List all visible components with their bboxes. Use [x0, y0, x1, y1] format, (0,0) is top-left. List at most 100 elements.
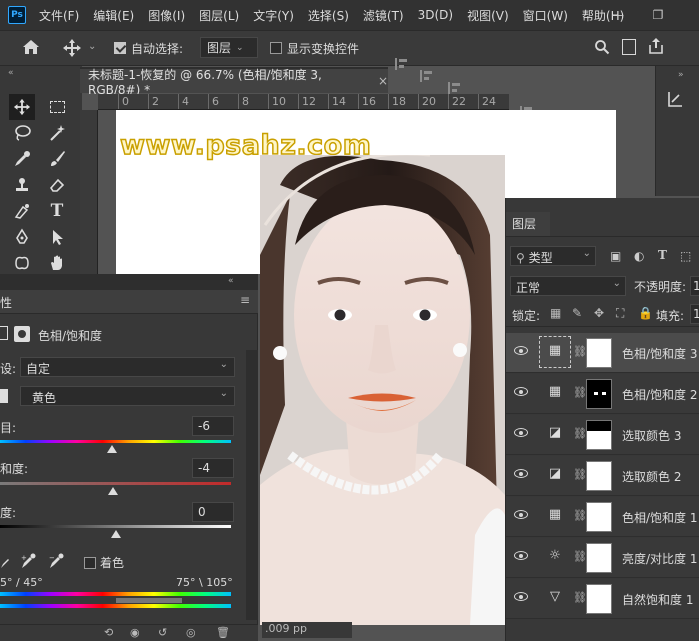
collapse-icon[interactable]: « [8, 68, 14, 78]
menu-filter[interactable]: 滤镜(T) [356, 7, 411, 24]
hue-slider-track[interactable] [0, 440, 231, 443]
path-select-icon[interactable] [44, 224, 70, 250]
trash-icon[interactable]: 🗑 [216, 626, 230, 639]
minimize-button[interactable]: — [600, 0, 636, 30]
align-center-icon[interactable] [420, 70, 434, 82]
visibility-eye-icon[interactable] [514, 551, 528, 560]
clip-icon[interactable]: ⟲ [104, 626, 113, 639]
eyedropper-plus-icon[interactable]: + [20, 553, 36, 569]
menu-select[interactable]: 选择(S) [301, 7, 356, 24]
menu-edit[interactable]: 编辑(E) [86, 7, 141, 24]
close-tab-button[interactable]: × [378, 74, 388, 88]
link-icon[interactable]: ⛓ [573, 386, 587, 399]
saturation-slider-track[interactable] [0, 482, 231, 485]
marquee-tool-icon[interactable] [44, 94, 70, 120]
range-selector[interactable] [116, 598, 182, 603]
type-tool-icon[interactable]: T [44, 198, 70, 224]
layer-row[interactable]: ▦ ⛓ 色相/饱和度 3 [506, 333, 699, 373]
fill-input[interactable]: 1 [690, 304, 699, 324]
layer-row[interactable]: ▽ ⛓ 自然饱和度 1 [506, 579, 699, 619]
expand-icon[interactable]: » [678, 70, 684, 80]
brush-tool-icon[interactable] [44, 146, 70, 172]
filter-pixel-icon[interactable]: ▣ [610, 249, 621, 263]
link-icon[interactable]: ⛓ [573, 550, 587, 563]
layer-row[interactable]: ☼ ⛓ 亮度/对比度 1 [506, 538, 699, 578]
restore-button[interactable]: ❐ [640, 0, 676, 30]
visibility-eye-icon[interactable] [514, 428, 528, 437]
search-icon[interactable] [594, 39, 610, 55]
layer-row[interactable]: ◪ ⛓ 选取颜色 2 [506, 456, 699, 496]
lock-all-icon[interactable]: 🔒 [638, 306, 653, 320]
eyedropper-icon[interactable] [0, 555, 10, 569]
link-icon[interactable]: ⛓ [573, 591, 587, 604]
hue-slider-thumb[interactable] [107, 445, 118, 453]
lightness-slider-thumb[interactable] [110, 530, 121, 538]
menu-image[interactable]: 图像(I) [141, 7, 192, 24]
preset-dropdown[interactable]: 自定 ⌄ [20, 357, 235, 377]
visibility-eye-icon[interactable] [514, 469, 528, 478]
menu-type[interactable]: 文字(Y) [246, 7, 301, 24]
auto-select-target-dropdown[interactable]: 图层 ⌄ [200, 37, 258, 58]
lightness-slider-track[interactable] [0, 525, 231, 528]
menu-3d[interactable]: 3D(D) [411, 8, 460, 22]
move-tool-icon[interactable] [62, 38, 82, 58]
pen-tool-icon[interactable] [9, 224, 35, 250]
stamp-tool-icon[interactable] [9, 172, 35, 198]
workspace-icon[interactable] [622, 39, 636, 55]
link-icon[interactable]: ⛓ [573, 468, 587, 481]
smudge-tool-icon[interactable] [9, 198, 35, 224]
saturation-slider-thumb[interactable] [108, 487, 119, 495]
chevron-down-icon[interactable]: ⌄ [88, 41, 96, 52]
layer-mask-thumbnail[interactable] [586, 543, 612, 573]
history-icon[interactable] [666, 90, 686, 108]
layer-mask-thumbnail[interactable] [586, 502, 612, 532]
visibility-eye-icon[interactable] [514, 592, 528, 601]
layer-mask-thumbnail[interactable] [586, 461, 612, 491]
eyedropper-tool-icon[interactable] [9, 146, 35, 172]
saturation-input[interactable]: -4 [192, 458, 234, 478]
auto-select-checkbox[interactable] [114, 42, 126, 54]
hue-input[interactable]: -6 [192, 416, 234, 436]
visibility-eye-icon[interactable] [514, 387, 528, 396]
target-adjust-icon[interactable] [0, 389, 8, 403]
layer-row[interactable]: ▦ ⛓ 色相/饱和度 1 [506, 497, 699, 537]
align-right-icon[interactable] [448, 82, 462, 94]
align-left-icon[interactable] [395, 58, 409, 70]
layer-mask-thumbnail[interactable] [586, 379, 612, 409]
visibility-eye-icon[interactable] [514, 510, 528, 519]
share-icon[interactable] [648, 37, 664, 55]
lightness-input[interactable]: 0 [192, 502, 234, 522]
filter-adjust-icon[interactable]: ◐ [634, 249, 644, 263]
menu-window[interactable]: 窗口(W) [516, 7, 575, 24]
view-previous-icon[interactable]: ◉ [130, 626, 140, 639]
layer-row[interactable]: ▦ ⛓ 色相/饱和度 2 [506, 374, 699, 414]
menu-file[interactable]: 文件(F) [32, 7, 86, 24]
show-transform-checkbox[interactable] [270, 42, 282, 54]
reset-icon[interactable]: ↺ [158, 626, 167, 639]
document-tab[interactable]: 未标题-1-恢复的 @ 66.7% (色相/饱和度 3, RGB/8#) * × [80, 67, 388, 97]
properties-tab[interactable]: 性 [0, 294, 12, 311]
eyedropper-minus-icon[interactable]: − [48, 553, 64, 569]
lasso-tool-icon[interactable] [9, 120, 35, 146]
link-icon[interactable]: ⛓ [573, 509, 587, 522]
collapse-icon[interactable]: « [228, 276, 234, 286]
filter-type-icon[interactable]: T [658, 248, 667, 262]
menu-layer[interactable]: 图层(L) [192, 7, 246, 24]
hand-tool-icon[interactable] [44, 250, 70, 276]
layer-filter-dropdown[interactable]: ⚲ 类型 ⌄ [510, 246, 596, 266]
layer-mask-thumbnail[interactable] [586, 338, 612, 368]
menu-view[interactable]: 视图(V) [460, 7, 516, 24]
visibility-eye-icon[interactable] [514, 346, 528, 355]
layer-mask-thumbnail[interactable] [586, 420, 612, 450]
properties-scrollbar[interactable] [246, 350, 258, 620]
lock-transparent-icon[interactable]: ▦ [550, 306, 561, 320]
colorize-checkbox[interactable] [84, 557, 96, 569]
layer-mask-thumbnail[interactable] [586, 584, 612, 614]
eraser-tool-icon[interactable] [44, 172, 70, 198]
visibility-icon[interactable]: ◎ [186, 626, 196, 639]
home-icon[interactable] [22, 39, 42, 57]
link-icon[interactable]: ⛓ [573, 427, 587, 440]
lock-position-icon[interactable]: ✥ [594, 306, 604, 320]
mask-icon[interactable] [14, 326, 30, 342]
layers-tab[interactable]: 图层 [506, 212, 550, 236]
